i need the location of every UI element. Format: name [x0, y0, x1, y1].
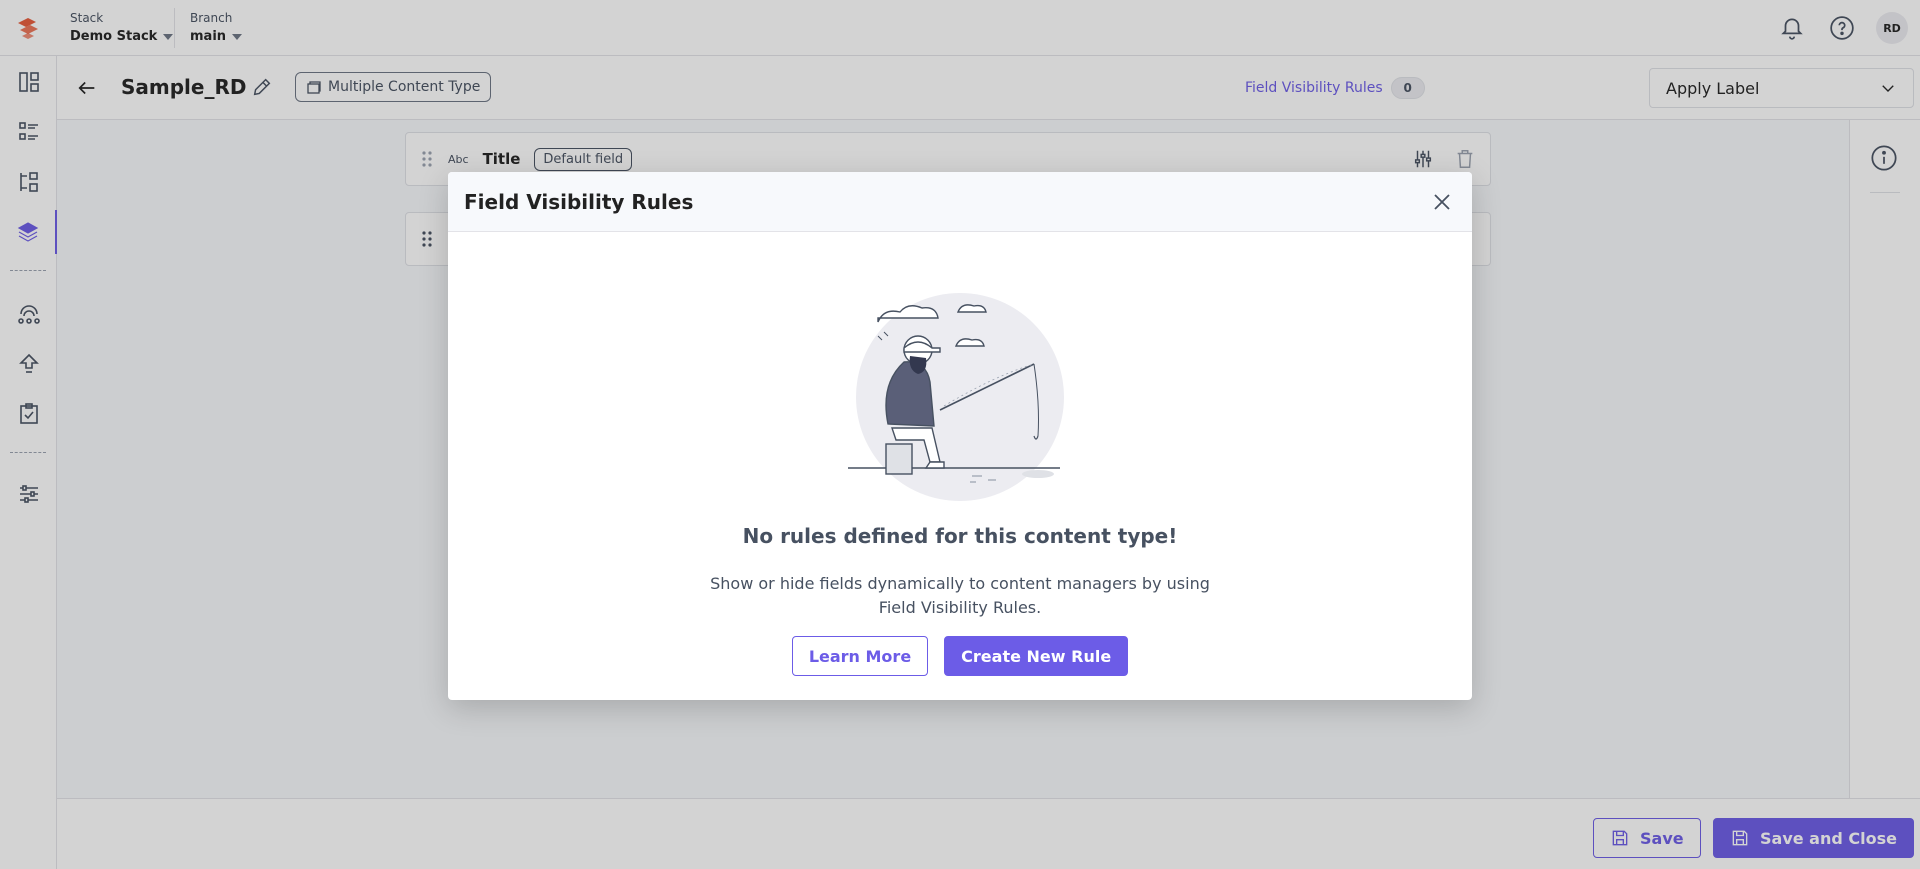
- close-icon[interactable]: [1428, 188, 1456, 216]
- empty-state-title: No rules defined for this content type!: [742, 524, 1178, 548]
- learn-more-button[interactable]: Learn More: [791, 636, 929, 676]
- create-new-rule-button[interactable]: Create New Rule: [944, 636, 1129, 676]
- modal-title: Field Visibility Rules: [464, 189, 694, 214]
- fishing-man-illustration: [848, 293, 1064, 501]
- modal-body: No rules defined for this content type! …: [448, 232, 1472, 700]
- field-visibility-rules-modal: Field Visibility Rules No rules defined …: [448, 172, 1472, 700]
- empty-state-description: Show or hide fields dynamically to conte…: [710, 574, 1210, 617]
- modal-actions: Learn More Create New Rule: [448, 636, 1472, 676]
- modal-header: Field Visibility Rules: [448, 172, 1472, 232]
